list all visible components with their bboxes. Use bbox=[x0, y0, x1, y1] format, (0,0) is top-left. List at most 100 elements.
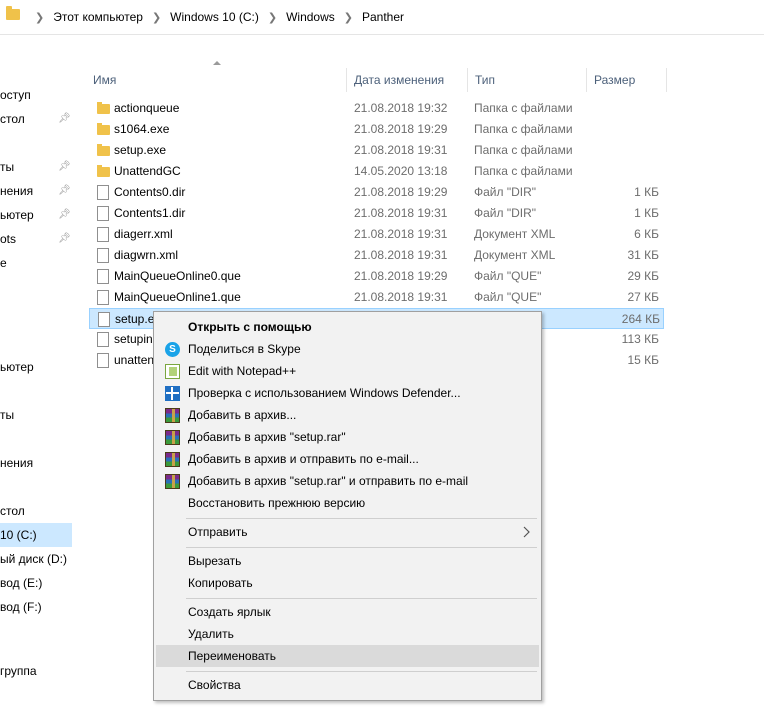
nav-item-label: ты bbox=[0, 408, 15, 422]
menu-separator bbox=[186, 671, 537, 672]
nav-item-label: вод (F:) bbox=[0, 600, 42, 614]
file-icon bbox=[97, 332, 109, 347]
nav-item-documents-pc[interactable]: ты bbox=[0, 403, 76, 427]
chevron-right-icon[interactable]: ❯ bbox=[344, 11, 353, 24]
file-row[interactable]: diagwrn.xml 21.08.2018 19:31 Документ XML 3… bbox=[89, 245, 664, 266]
breadcrumb-drive-c[interactable]: Windows 10 (C:) bbox=[170, 10, 259, 24]
pin-icon[interactable]: 📌︎ bbox=[58, 185, 71, 197]
nav-item-pictures[interactable]: нения 📌︎ bbox=[0, 179, 76, 203]
nav-item-this-pc[interactable]: ьютер bbox=[0, 355, 76, 379]
menu-item-cut[interactable]: Вырезать bbox=[156, 550, 539, 572]
menu-item-delete[interactable]: Удалить bbox=[156, 623, 539, 645]
nav-item-drive-d[interactable]: ый диск (D:) bbox=[0, 547, 76, 571]
menu-item-defender-scan[interactable]: Проверка с использованием Windows Defend… bbox=[156, 382, 539, 404]
menu-item-create-shortcut[interactable]: Создать ярлык bbox=[156, 601, 539, 623]
file-type: Документ XML bbox=[474, 227, 556, 241]
column-header-name[interactable]: Имя bbox=[86, 68, 347, 92]
nav-item-screenshots[interactable]: ots 📌︎ bbox=[0, 227, 76, 251]
menu-item-properties[interactable]: Свойства bbox=[156, 674, 539, 696]
file-icon bbox=[97, 290, 109, 305]
pin-icon[interactable]: 📌︎ bbox=[58, 161, 71, 173]
pin-icon[interactable]: 📌︎ bbox=[58, 233, 71, 245]
nav-item-drive-e[interactable]: вод (E:) bbox=[0, 571, 76, 595]
file-row[interactable]: MainQueueOnline0.que 21.08.2018 19:29 Файл… bbox=[89, 266, 664, 287]
column-headers: Имя Дата изменения Тип Размер bbox=[86, 68, 667, 92]
menu-item-add-setup-rar[interactable]: Добавить в архив "setup.rar" bbox=[156, 426, 539, 448]
file-icon bbox=[97, 248, 109, 263]
menu-separator bbox=[186, 547, 537, 548]
nav-item-homegroup[interactable]: группа bbox=[0, 659, 76, 683]
file-icon bbox=[97, 269, 109, 284]
file-icon bbox=[97, 353, 109, 368]
breadcrumb-this-pc[interactable]: Этот компьютер bbox=[53, 10, 143, 24]
nav-item-desktop-pc[interactable]: стол bbox=[0, 499, 76, 523]
breadcrumb: ❯ Этот компьютер ❯ Windows 10 (C:) ❯ Win… bbox=[26, 10, 404, 24]
nav-item-pictures-pc[interactable]: нения bbox=[0, 451, 76, 475]
file-name: diagwrn.xml bbox=[114, 248, 179, 262]
menu-item-open-with[interactable]: Открыть с помощью bbox=[156, 316, 539, 338]
menu-item-copy[interactable]: Копировать bbox=[156, 572, 539, 594]
column-header-size[interactable]: Размер bbox=[587, 68, 667, 92]
chevron-right-icon[interactable]: ❯ bbox=[268, 11, 277, 24]
nav-item-desktop[interactable]: стол 📌︎ bbox=[0, 107, 76, 131]
nav-item-label: ьютер bbox=[0, 360, 34, 374]
file-name: Contents0.dir bbox=[114, 185, 186, 199]
file-size: 113 КБ bbox=[621, 332, 659, 346]
nav-item-label: нения bbox=[0, 184, 34, 198]
nav-item-quick-access[interactable]: оступ bbox=[0, 83, 76, 107]
folder-icon bbox=[6, 6, 20, 20]
nav-item-drive-c[interactable]: 10 (C:) bbox=[0, 523, 72, 547]
file-name: Contents1.dir bbox=[114, 206, 186, 220]
menu-item-rename[interactable]: Переименовать bbox=[156, 645, 539, 667]
menu-item-label: Отправить bbox=[188, 525, 248, 539]
winrar-icon bbox=[165, 430, 180, 445]
file-row[interactable]: diagerr.xml 21.08.2018 19:31 Документ XML 6… bbox=[89, 224, 664, 245]
winrar-icon bbox=[165, 408, 180, 423]
folder-icon bbox=[97, 123, 110, 135]
context-menu: Открыть с помощью S Поделиться в Skype Ed… bbox=[153, 311, 542, 701]
pin-icon[interactable]: 📌︎ bbox=[58, 209, 71, 221]
nav-item-e[interactable]: e bbox=[0, 251, 76, 275]
skype-icon: S bbox=[165, 342, 180, 357]
column-header-type[interactable]: Тип bbox=[468, 68, 587, 92]
file-row[interactable]: s1064.exe 21.08.2018 19:29 Папка с файлами bbox=[89, 119, 664, 140]
file-row[interactable]: MainQueueOnline1.que 21.08.2018 19:31 Файл… bbox=[89, 287, 664, 308]
menu-item-label: Добавить в архив "setup.rar" и отправить… bbox=[188, 474, 469, 488]
folder-icon bbox=[97, 144, 110, 156]
file-name: setup.exe bbox=[114, 143, 167, 157]
file-size: 29 КБ bbox=[627, 269, 659, 283]
menu-item-share-skype[interactable]: S Поделиться в Skype bbox=[156, 338, 539, 360]
menu-item-send-to[interactable]: Отправить bbox=[156, 521, 539, 543]
menu-item-setup-rar-email[interactable]: Добавить в архив "setup.rar" и отправить… bbox=[156, 470, 539, 492]
pin-icon[interactable]: 📌︎ bbox=[58, 113, 71, 125]
menu-item-label: Вырезать bbox=[188, 554, 242, 568]
menu-item-archive-email[interactable]: Добавить в архив и отправить по e-mail..… bbox=[156, 448, 539, 470]
column-header-date[interactable]: Дата изменения bbox=[347, 68, 468, 92]
file-type: Файл "QUE" bbox=[474, 269, 542, 283]
chevron-right-icon[interactable]: ❯ bbox=[152, 11, 161, 24]
breadcrumb-panther[interactable]: Panther bbox=[362, 10, 404, 24]
file-row[interactable]: Contents1.dir 21.08.2018 19:31 Файл "DIR" 1… bbox=[89, 203, 664, 224]
file-size: 1 КБ bbox=[634, 185, 659, 199]
nav-item-documents[interactable]: ты 📌︎ bbox=[0, 155, 76, 179]
nav-item-drive-f[interactable]: вод (F:) bbox=[0, 595, 76, 619]
address-bar[interactable]: ❯ Этот компьютер ❯ Windows 10 (C:) ❯ Win… bbox=[0, 0, 764, 35]
nav-item-this-pc-pinned[interactable]: ьютер 📌︎ bbox=[0, 203, 76, 227]
file-row[interactable]: actionqueue 21.08.2018 19:32 Папка с файла… bbox=[89, 98, 664, 119]
file-type: Папка с файлами bbox=[474, 143, 573, 157]
nav-item-label: группа bbox=[0, 664, 37, 678]
nav-item-label: стол bbox=[0, 504, 25, 518]
nav-item-label: e bbox=[0, 256, 7, 270]
folder-icon bbox=[97, 102, 110, 114]
menu-item-edit-notepad[interactable]: Edit with Notepad++ bbox=[156, 360, 539, 382]
nav-item-label: ый диск (D:) bbox=[0, 552, 67, 566]
menu-item-label: Проверка с использованием Windows Defend… bbox=[188, 386, 461, 400]
file-row[interactable]: Contents0.dir 21.08.2018 19:29 Файл "DIR" 1… bbox=[89, 182, 664, 203]
file-type: Папка с файлами bbox=[474, 164, 573, 178]
file-row[interactable]: setup.exe 21.08.2018 19:31 Папка с файлами bbox=[89, 140, 664, 161]
menu-item-restore-previous[interactable]: Восстановить прежнюю версию bbox=[156, 492, 539, 514]
menu-item-add-archive[interactable]: Добавить в архив... bbox=[156, 404, 539, 426]
file-row[interactable]: UnattendGC 14.05.2020 13:18 Папка с файлам… bbox=[89, 161, 664, 182]
breadcrumb-windows[interactable]: Windows bbox=[286, 10, 335, 24]
file-date: 21.08.2018 19:31 bbox=[354, 143, 448, 157]
